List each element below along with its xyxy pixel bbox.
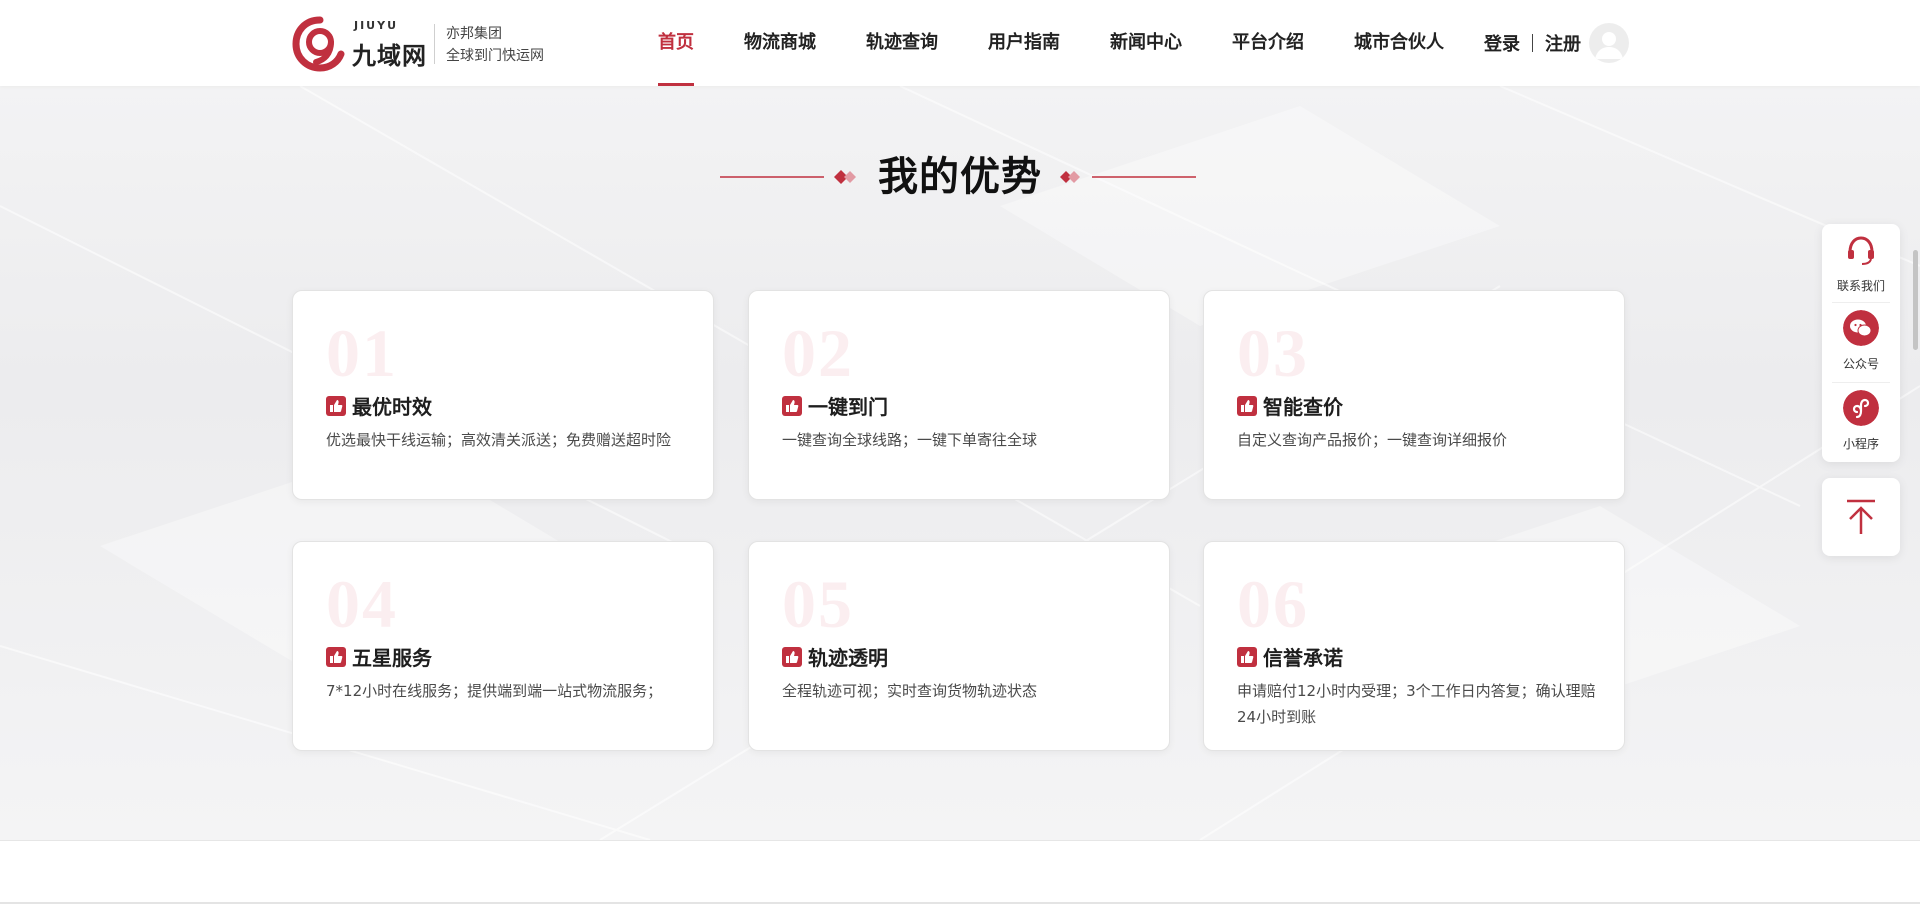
card-number: 02 [782,315,854,391]
card-title: 五星服务 [352,646,432,670]
thumbs-up-icon [1237,646,1257,667]
float-divider [1832,302,1890,303]
card-title: 轨迹透明 [808,646,888,670]
brand-english: JIUYU [354,19,399,32]
brand-group: 亦邦集团 [446,26,502,42]
title-decoration-right [1060,171,1196,183]
main-nav: 首页 物流商城 轨迹查询 用户指南 新闻中心 平台介绍 城市合伙人 [636,0,1494,86]
advantage-card: 02 一键到门 一键查询全球线路；一键下单寄往全球 [748,290,1170,500]
mini-program-button[interactable]: 小程序 [1822,390,1900,452]
card-heading: 智能查价 [1237,391,1343,420]
card-description: 申请赔付12小时内受理；3个工作日内答复；确认理赔24小时到账 [1237,682,1596,726]
float-divider [1832,382,1890,383]
thumbs-up-icon [326,395,346,416]
user-icon [1595,32,1623,59]
card-number: 04 [326,566,398,642]
nav-item-platform-intro[interactable]: 平台介绍 [1232,0,1304,86]
card-heading: 信誉承诺 [1237,642,1343,671]
thumbs-up-icon [782,646,802,667]
card-number: 05 [782,566,854,642]
brand-slogan: 全球到门快运网 [446,48,544,64]
section-title: 我的优势 [0,152,1920,202]
advantage-card: 03 智能查价 自定义查询产品报价；一键查询详细报价 [1203,290,1625,500]
card-heading: 一键到门 [782,391,888,420]
footer-band [0,840,1920,904]
card-description: 一键查询全球线路；一键下单寄往全球 [782,431,1038,449]
card-number: 03 [1237,315,1309,391]
auth-separator [1532,34,1533,52]
float-toolbar: 联系我们 公众号 小程序 [1822,224,1900,462]
advantage-card: 05 轨迹透明 全程轨迹可视；实时查询货物轨迹状态 [748,541,1170,751]
headset-icon [1848,236,1874,265]
site-header: JIUYU 九域网 亦邦集团 全球到门快运网 首页 物流商城 轨迹查询 用户指南… [0,0,1920,86]
card-heading: 最优时效 [326,391,432,420]
auth-links: 登录 注册 [1484,0,1629,86]
thumbs-up-icon [326,646,346,667]
register-link[interactable]: 注册 [1545,30,1581,56]
thumbs-up-icon [1237,395,1257,416]
contact-us-button[interactable]: 联系我们 [1822,232,1900,294]
wechat-official-button[interactable]: 公众号 [1822,310,1900,372]
card-description: 7*12小时在线服务；提供端到端一站式物流服务； [326,682,663,700]
nav-item-tracking[interactable]: 轨迹查询 [866,0,938,86]
nav-item-logistics-mall[interactable]: 物流商城 [744,0,816,86]
advantage-card: 06 信誉承诺 申请赔付12小时内受理；3个工作日内答复；确认理赔24小时到账 [1203,541,1625,751]
brand-divider [434,24,435,64]
card-description: 自定义查询产品报价；一键查询详细报价 [1237,431,1508,449]
card-title: 最优时效 [352,395,432,419]
card-title: 信誉承诺 [1263,646,1343,670]
card-title: 一键到门 [808,395,888,419]
card-number: 06 [1237,566,1309,642]
wechat-icon [1843,310,1879,346]
brand-chinese: 九域网 [352,42,427,70]
card-number: 01 [326,315,398,391]
card-description: 全程轨迹可视；实时查询货物轨迹状态 [782,682,1038,700]
back-to-top-button[interactable] [1822,478,1900,556]
arrow-up-icon [1847,499,1875,534]
card-heading: 轨迹透明 [782,642,888,671]
mini-program-label: 小程序 [1842,437,1879,451]
nav-item-city-partner[interactable]: 城市合伙人 [1354,0,1444,86]
mini-program-icon [1843,390,1879,426]
card-title: 智能查价 [1263,395,1343,419]
wechat-official-label: 公众号 [1842,357,1879,371]
scrollbar-thumb[interactable] [1913,250,1918,350]
contact-us-label: 联系我们 [1836,279,1885,293]
avatar[interactable] [1589,23,1629,63]
card-description: 优选最快干线运输；高效清关派送；免费赠送超时险 [326,431,672,449]
nav-item-user-guide[interactable]: 用户指南 [988,0,1060,86]
brand-tagline: 亦邦集团 全球到门快运网 [446,23,544,67]
card-heading: 五星服务 [326,642,432,671]
advantage-card: 04 五星服务 7*12小时在线服务；提供端到端一站式物流服务； [292,541,714,751]
login-link[interactable]: 登录 [1484,30,1520,56]
nav-item-news[interactable]: 新闻中心 [1110,0,1182,86]
thumbs-up-icon [782,395,802,416]
jiuyu-logo[interactable] [290,14,350,74]
advantage-card: 01 最优时效 优选最快干线运输；高效清关派送；免费赠送超时险 [292,290,714,500]
nav-item-home[interactable]: 首页 [658,0,694,86]
section-heading: 我的优势 [878,155,1042,199]
